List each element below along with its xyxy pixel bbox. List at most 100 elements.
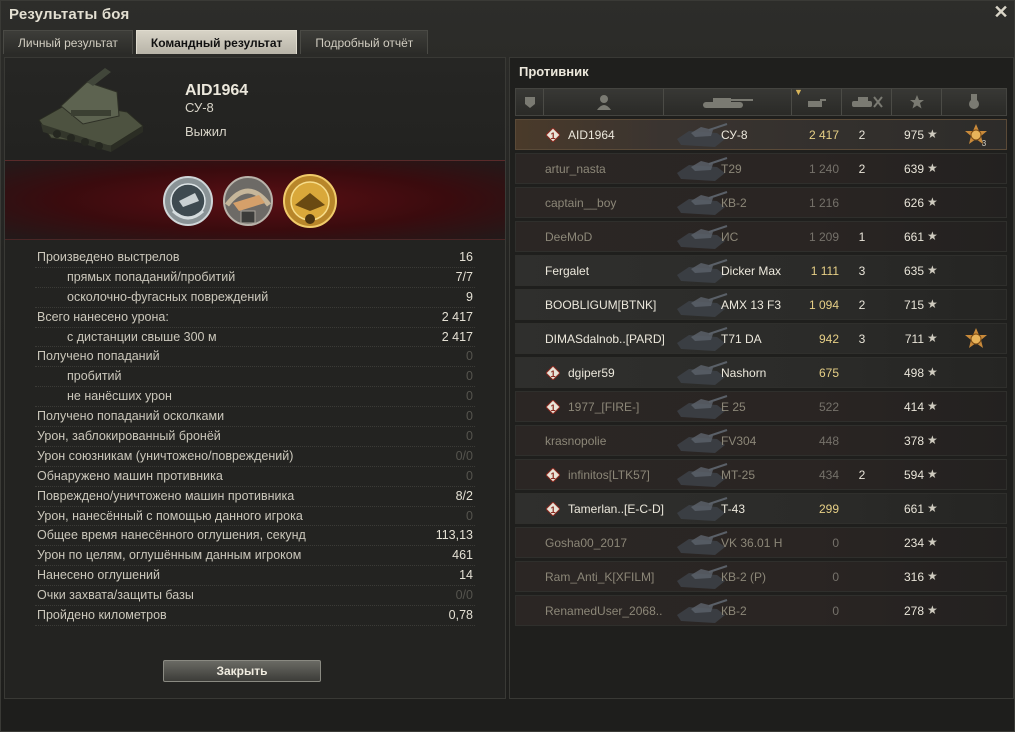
stat-value: 0 <box>466 429 473 444</box>
stat-row: Произведено выстрелов 16 <box>35 248 475 268</box>
stat-value: 2 417 <box>441 329 473 344</box>
damage-value: 448 <box>818 434 839 448</box>
stat-row: Повреждено/уничтожено машин противника 8/… <box>35 487 475 507</box>
stat-label: не нанёсших урон <box>67 389 172 404</box>
tab-personal-result[interactable]: Личный результат <box>3 30 133 54</box>
xp-value: 975 <box>903 128 924 142</box>
player-row[interactable]: captain__boy КВ-2 1 216 626 ★ <box>515 187 1007 218</box>
player-name: Fergalet <box>545 264 590 278</box>
stat-value: 16 <box>459 250 473 264</box>
player-row[interactable]: 1 AID1964 СУ-8 2 417 2 975 ★ 3 <box>515 119 1007 150</box>
damage-value: 1 240 <box>808 162 839 176</box>
stat-value: 0 <box>466 409 473 424</box>
player-row[interactable]: artur_nasta T29 1 240 2 639 ★ <box>515 153 1007 184</box>
xp-star-icon <box>909 95 924 109</box>
player-name: 1977_[FIRE-] <box>568 400 640 414</box>
player-name: DeeMoD <box>545 230 593 244</box>
medal-icon[interactable] <box>159 171 217 231</box>
stat-row: прямых попаданий/пробитий 7/7 <box>35 268 475 288</box>
players-list: 1 AID1964 СУ-8 2 417 2 975 ★ 3 artur_nasta T29 1 2… <box>515 119 1007 629</box>
xp-star-icon: ★ <box>927 331 938 345</box>
xp-value: 626 <box>903 196 924 210</box>
stat-row: пробитий 0 <box>35 367 475 388</box>
player-row[interactable]: DeeMoD ИС 1 209 1 661 ★ <box>515 221 1007 252</box>
tab-detailed-report[interactable]: Подробный отчёт <box>300 30 429 54</box>
close-icon[interactable]: ✕ <box>992 2 1010 22</box>
stat-value: 0/0 <box>455 588 473 603</box>
medal-icon[interactable] <box>964 327 988 351</box>
xp-value: 498 <box>903 366 924 380</box>
stat-value: 0/0 <box>455 448 473 463</box>
damage-column-header[interactable]: ▼ <box>792 87 842 115</box>
player-column-header[interactable] <box>544 89 664 115</box>
xp-star-icon: ★ <box>927 229 938 243</box>
player-vehicle: СУ-8 <box>185 100 214 115</box>
medal-icon[interactable] <box>281 171 339 231</box>
xp-star-icon: ★ <box>927 535 938 549</box>
xp-star-icon: ★ <box>927 297 938 311</box>
platoon-icon: 1 <box>546 128 560 142</box>
player-name: dgiper59 <box>568 366 615 380</box>
damage-value: 1 209 <box>808 230 839 244</box>
stat-value: 0 <box>466 369 473 384</box>
player-name: artur_nasta <box>545 162 606 176</box>
player-row[interactable]: 1 Tamerlan..[E-C-D] T-43 299 661 ★ <box>515 493 1007 524</box>
xp-star-icon: ★ <box>927 603 938 617</box>
medal-count: 3 <box>982 139 987 147</box>
xp-star-icon: ★ <box>927 195 938 209</box>
medal-icon <box>969 94 979 109</box>
kills-column-header[interactable] <box>842 89 892 115</box>
stat-label: Получено попаданий <box>37 349 160 364</box>
tab-team-result[interactable]: Командный результат <box>135 30 298 54</box>
player-name: infinitos[LTK57] <box>568 468 650 482</box>
xp-star-icon: ★ <box>927 161 938 175</box>
stat-row: Урон, нанесённый с помощью данного игрок… <box>35 507 475 527</box>
medal-icon[interactable] <box>219 171 277 231</box>
kills-icon <box>851 96 883 108</box>
damage-value: 1 111 <box>810 264 839 278</box>
player-row[interactable]: 1 1977_[FIRE-] E 25 522 414 ★ <box>515 391 1007 422</box>
stat-label: Урон по целям, оглушённым данным игроком <box>37 548 302 563</box>
player-row[interactable]: BOOBLIGUM[BTNK] AMX 13 F3 1 094 2 715 ★ <box>515 289 1007 320</box>
close-button[interactable]: Закрыть <box>163 660 321 682</box>
medal-icon[interactable]: 3 <box>964 123 988 147</box>
player-row[interactable]: 1 infinitos[LTK57] MT-25 434 2 594 ★ <box>515 459 1007 490</box>
stat-label: с дистанции свыше 300 м <box>67 329 217 344</box>
vehicle-name: КВ-2 <box>721 604 747 618</box>
player-summary-panel: AID1964 СУ-8 Выжил Произведено выстрелов… <box>4 57 506 699</box>
damage-value: 675 <box>818 366 839 380</box>
player-row[interactable]: RenamedUser_2068.. КВ-2 0 278 ★ <box>515 595 1007 626</box>
stat-label: Нанесено оглушений <box>37 568 160 583</box>
player-status: Выжил <box>185 124 227 139</box>
stat-value: 8/2 <box>455 488 473 503</box>
player-row[interactable]: Gosha00_2017 VK 36.01 H 0 234 ★ <box>515 527 1007 558</box>
xp-value: 711 <box>904 332 924 346</box>
damage-value: 299 <box>818 502 839 516</box>
player-name: DIMASdalnob..[PARD] <box>545 332 665 346</box>
player-name: Gosha00_2017 <box>545 536 628 550</box>
player-name: captain__boy <box>545 196 617 210</box>
xp-column-header[interactable] <box>892 89 942 115</box>
stat-row: Пройдено километров 0,78 <box>35 606 475 626</box>
xp-value: 594 <box>903 468 924 482</box>
vehicle-name: VK 36.01 H <box>721 536 783 550</box>
damage-value: 0 <box>832 570 839 584</box>
vehicle-name: FV304 <box>721 434 757 448</box>
player-row[interactable]: krasnopolie FV304 448 378 ★ <box>515 425 1007 456</box>
damage-value: 0 <box>832 604 839 618</box>
vehicle-name: T29 <box>721 162 742 176</box>
player-row[interactable]: Fergalet Dicker Max 1 111 3 635 ★ <box>515 255 1007 286</box>
xp-star-icon: ★ <box>927 569 938 583</box>
table-header: ▼ <box>515 87 1007 116</box>
vehicle-icon <box>702 98 753 108</box>
xp-value: 715 <box>903 298 924 312</box>
player-row[interactable]: 1 dgiper59 Nashorn 675 498 ★ <box>515 357 1007 388</box>
player-row[interactable]: Ram_Anti_K[XFILM] КВ-2 (Р) 0 316 ★ <box>515 561 1007 592</box>
xp-star-icon: ★ <box>927 501 938 515</box>
stat-row: Очки захвата/защиты базы 0/0 <box>35 586 475 607</box>
vehicle-column-header[interactable] <box>664 89 792 115</box>
medal-column-header[interactable] <box>942 89 1006 115</box>
platoon-column-header[interactable] <box>516 89 544 115</box>
player-row[interactable]: DIMASdalnob..[PARD] T71 DA 942 3 711 ★ <box>515 323 1007 354</box>
stat-label: Урон союзникам (уничтожено/повреждений) <box>37 448 294 463</box>
